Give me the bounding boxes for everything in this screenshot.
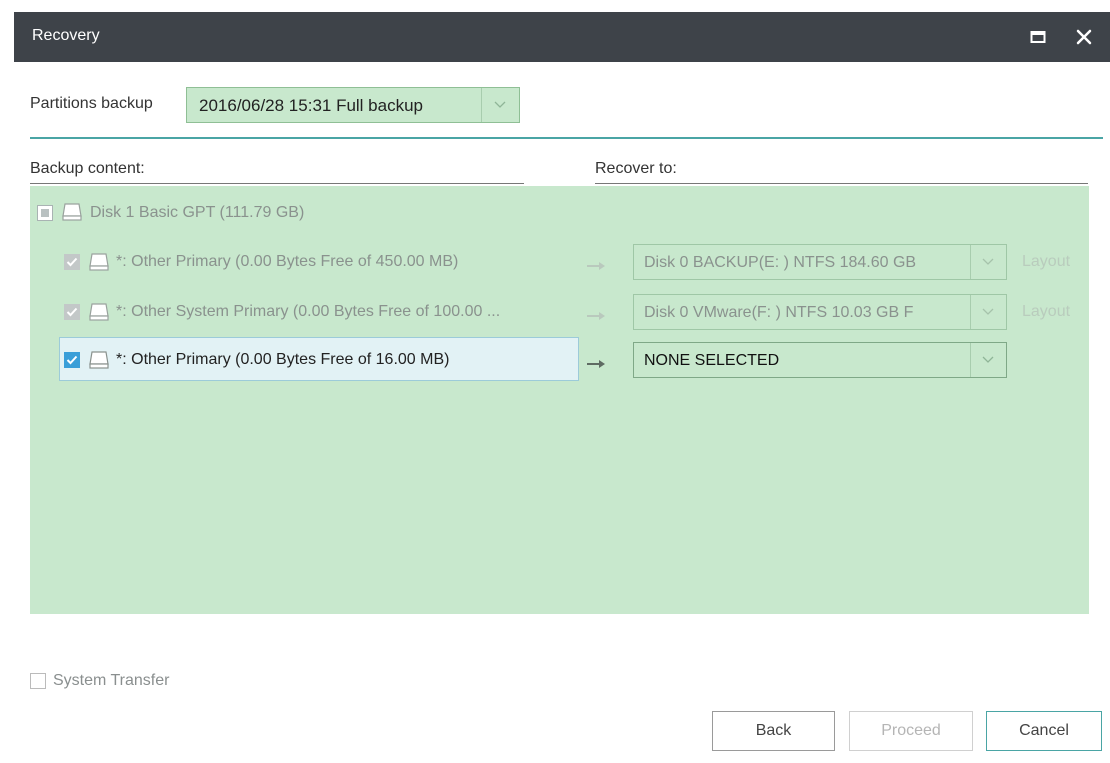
backup-content-heading: Backup content: xyxy=(30,160,145,177)
recover-target-select[interactable]: NONE SELECTED xyxy=(633,342,1007,378)
partition-checkbox[interactable] xyxy=(64,254,80,270)
disk-icon xyxy=(61,202,83,222)
system-transfer-checkbox[interactable] xyxy=(30,673,46,689)
close-icon[interactable] xyxy=(1074,27,1094,47)
partition-label: *: Other System Primary (0.00 Bytes Free… xyxy=(116,303,501,320)
chevron-down-icon[interactable] xyxy=(970,295,1006,329)
recover-target-value: Disk 0 VMware(F: ) NTFS 10.03 GB F xyxy=(644,304,914,321)
window-title: Recovery xyxy=(32,27,100,44)
recover-to-heading: Recover to: xyxy=(595,160,677,177)
recover-to-underline xyxy=(595,183,1088,184)
title-bar: Recovery xyxy=(14,12,1110,62)
partitions-backup-select[interactable]: 2016/06/28 15:31 Full backup xyxy=(186,87,520,123)
disk-checkbox[interactable] xyxy=(37,205,53,221)
partition-checkbox[interactable] xyxy=(64,352,80,368)
disk-icon xyxy=(88,302,110,322)
chevron-down-icon[interactable] xyxy=(970,343,1006,377)
proceed-button[interactable]: Proceed xyxy=(849,711,973,751)
arrow-right-icon xyxy=(587,308,607,320)
maximize-icon[interactable] xyxy=(1030,29,1046,45)
arrow-right-icon xyxy=(587,258,607,270)
partition-label: *: Other Primary (0.00 Bytes Free of 450… xyxy=(116,253,459,270)
recover-target-select[interactable]: Disk 0 BACKUP(E: ) NTFS 184.60 GB xyxy=(633,244,1007,280)
partitions-backup-label: Partitions backup xyxy=(30,95,153,112)
partitions-backup-value: 2016/06/28 15:31 Full backup xyxy=(199,96,424,115)
cancel-button[interactable]: Cancel xyxy=(986,711,1102,751)
partition-checkbox[interactable] xyxy=(64,304,80,320)
disk-label: Disk 1 Basic GPT (111.79 GB) xyxy=(90,204,305,221)
layout-link[interactable]: Layout xyxy=(1022,303,1070,321)
arrow-right-icon xyxy=(587,356,607,368)
system-transfer-label: System Transfer xyxy=(53,672,170,689)
recover-target-select[interactable]: Disk 0 VMware(F: ) NTFS 10.03 GB F xyxy=(633,294,1007,330)
recover-target-value: NONE SELECTED xyxy=(644,352,780,369)
back-button[interactable]: Back xyxy=(712,711,835,751)
layout-link[interactable]: Layout xyxy=(1022,253,1070,271)
chevron-down-icon[interactable] xyxy=(481,88,519,122)
backup-content-underline xyxy=(30,183,524,184)
disk-icon xyxy=(88,252,110,272)
partition-label: *: Other Primary (0.00 Bytes Free of 16.… xyxy=(116,351,450,368)
recover-target-value: Disk 0 BACKUP(E: ) NTFS 184.60 GB xyxy=(644,254,917,271)
separator-line xyxy=(30,137,1103,139)
disk-icon xyxy=(88,350,110,370)
chevron-down-icon[interactable] xyxy=(970,245,1006,279)
